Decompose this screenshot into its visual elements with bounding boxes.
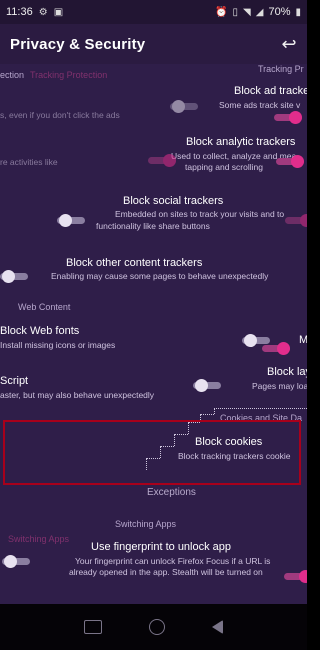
divider: [214, 408, 307, 414]
block-layout-desc: Pages may loa: [252, 381, 307, 391]
block-other-toggle[interactable]: [0, 270, 28, 283]
block-script-toggle[interactable]: [193, 379, 221, 392]
analytic-ghost-desc: re activities like: [0, 157, 58, 167]
block-ad-trackers-desc: Some ads track site v: [219, 100, 301, 110]
block-social-toggle-ghost[interactable]: [57, 214, 85, 227]
block-script-title: Script: [0, 375, 29, 387]
block-ads-toggle-ghost[interactable]: [170, 100, 198, 113]
settings-notification-icon: ⚙: [38, 6, 48, 18]
block-analytic-title: Block analytic trackers: [186, 136, 296, 148]
exceptions-link[interactable]: Exceptions: [147, 487, 196, 498]
block-web-fonts-toggle-ghost[interactable]: [262, 342, 290, 355]
block-ad-trackers-title: Block ad tracke: [234, 85, 307, 97]
fingerprint-desc-2: already opened in the app. Stealth will …: [69, 567, 263, 577]
settings-list[interactable]: ection Tracking Protection Tracking Pr B…: [0, 64, 307, 604]
block-social-desc-1: Embedded on sites to track your visits a…: [115, 209, 285, 219]
section-header-ghost: ection: [0, 70, 25, 80]
block-analytic-toggle-ghost[interactable]: [148, 154, 176, 167]
section-header-ghost-pink: Switching Apps: [8, 534, 70, 544]
block-social-desc-2: functionality like share buttons: [96, 221, 210, 231]
signal-icon: ◢: [255, 6, 264, 18]
block-web-fonts-title: Block Web fonts: [0, 325, 80, 337]
more-right-ghost: M: [299, 334, 307, 346]
section-header-switching-apps: Switching Apps: [115, 519, 177, 529]
ad-trackers-ghost-desc: s, even if you don't click the ads: [0, 110, 120, 120]
battery-icon: ▮: [295, 6, 301, 18]
arrow-back-icon: ↩: [281, 33, 297, 54]
block-social-toggle[interactable]: [285, 214, 307, 227]
block-web-fonts-desc: Install missing icons or images: [0, 340, 116, 350]
block-script-desc: aster, but may also behave unexpectedly: [0, 390, 155, 400]
fingerprint-toggle[interactable]: [2, 555, 30, 568]
fingerprint-toggle-ghost[interactable]: [284, 570, 307, 583]
block-other-desc: Enabling may cause some pages to behave …: [51, 271, 269, 281]
fingerprint-desc-1: Your fingerprint can unlock Firefox Focu…: [75, 556, 271, 566]
block-layout-title: Block lay: [267, 366, 307, 378]
image-notification-icon: ▣: [53, 6, 64, 18]
block-social-title: Block social trackers: [123, 195, 224, 207]
status-bar: 11:36 ⚙ ▣ ⏰ ▯ ◥ ◢ 70% ▮: [0, 0, 307, 24]
system-nav-bar: [0, 604, 307, 650]
alarm-icon: ⏰: [215, 6, 228, 18]
block-other-title: Block other content trackers: [66, 257, 203, 269]
fingerprint-title: Use fingerprint to unlock app: [91, 541, 232, 553]
recent-apps-button[interactable]: [83, 620, 102, 634]
vibrate-icon: ▯: [232, 6, 239, 18]
home-button[interactable]: [148, 619, 165, 635]
page-title: Privacy & Security: [10, 35, 146, 53]
back-button[interactable]: ↩: [277, 32, 301, 56]
cookies-highlight[interactable]: [3, 420, 301, 485]
wifi-icon: ◥: [243, 6, 251, 18]
app-bar: Privacy & Security ↩: [0, 24, 307, 64]
battery-level: 70%: [268, 6, 291, 18]
section-header-tracking: Tracking Pr: [258, 64, 304, 74]
block-analytic-desc-2: tapping and scrolling: [185, 162, 263, 172]
section-header-ghost-pink: Tracking Protection: [30, 70, 108, 80]
block-analytic-toggle[interactable]: [276, 155, 304, 168]
block-ads-toggle[interactable]: [274, 111, 302, 124]
clock: 11:36: [6, 6, 33, 18]
back-nav-button[interactable]: [212, 620, 224, 634]
section-header-web-content: Web Content: [18, 302, 71, 312]
